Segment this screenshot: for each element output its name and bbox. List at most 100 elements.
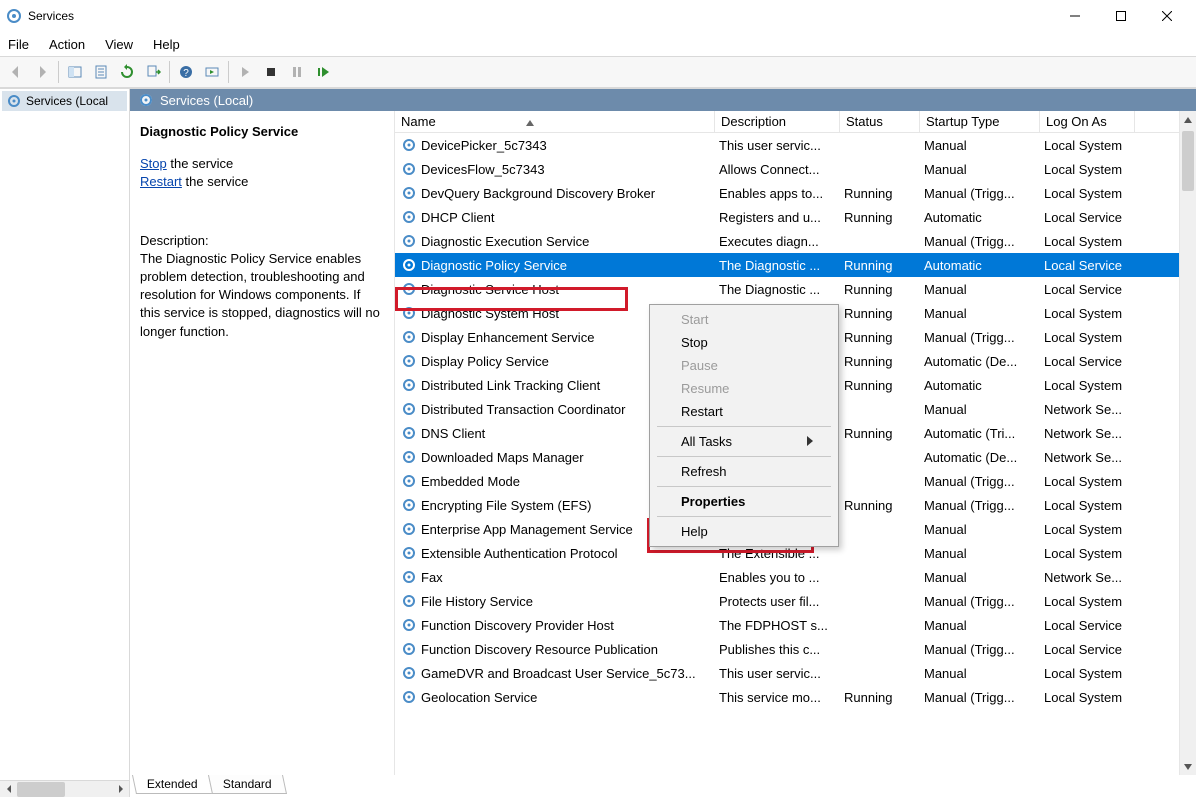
service-row[interactable]: Diagnostic Service HostThe Diagnostic ..…: [395, 277, 1179, 301]
menu-file[interactable]: File: [8, 37, 29, 52]
tab-extended[interactable]: Extended: [132, 775, 213, 794]
gear-icon: [6, 8, 22, 24]
cell-logon: Network Se...: [1040, 450, 1135, 465]
cell-logon: Local System: [1040, 690, 1135, 705]
service-row[interactable]: GameDVR and Broadcast User Service_5c73.…: [395, 661, 1179, 685]
properties-button[interactable]: [89, 60, 113, 84]
cell-status: Running: [840, 426, 920, 441]
cell-logon: Local System: [1040, 474, 1135, 489]
cell-startup: Automatic: [920, 378, 1040, 393]
back-button: [4, 60, 28, 84]
service-row[interactable]: DevQuery Background Discovery BrokerEnab…: [395, 181, 1179, 205]
show-hide-tree-button[interactable]: [63, 60, 87, 84]
menu-help[interactable]: Help: [153, 37, 180, 52]
cell-logon: Local System: [1040, 522, 1135, 537]
col-description[interactable]: Description: [715, 111, 840, 132]
col-status[interactable]: Status: [840, 111, 920, 132]
cm-all-tasks[interactable]: All Tasks: [653, 430, 835, 453]
cell-status: Running: [840, 258, 920, 273]
cm-restart[interactable]: Restart: [653, 400, 835, 423]
cm-refresh[interactable]: Refresh: [653, 460, 835, 483]
cell-desc: Publishes this c...: [715, 642, 840, 657]
help-button[interactable]: ?: [174, 60, 198, 84]
cell-startup: Manual (Trigg...: [920, 330, 1040, 345]
minimize-button[interactable]: [1052, 0, 1098, 32]
gear-icon: [138, 92, 154, 108]
cm-help[interactable]: Help: [653, 520, 835, 543]
cm-separator: [657, 516, 831, 517]
nav-item-services-local[interactable]: Services (Local: [2, 91, 127, 111]
col-logon[interactable]: Log On As: [1040, 111, 1135, 132]
sort-asc-icon: [526, 114, 534, 129]
cell-status: Running: [840, 330, 920, 345]
gear-icon: [6, 93, 22, 109]
gear-icon: [401, 665, 417, 681]
cell-status: Running: [840, 282, 920, 297]
refresh-button[interactable]: [115, 60, 139, 84]
main-area: Services (Local Services (Local) Diagnos…: [0, 88, 1196, 797]
service-row[interactable]: DevicePicker_5c7343This user servic...Ma…: [395, 133, 1179, 157]
service-row[interactable]: Diagnostic Execution ServiceExecutes dia…: [395, 229, 1179, 253]
cell-startup: Automatic (Tri...: [920, 426, 1040, 441]
menu-view[interactable]: View: [105, 37, 133, 52]
service-row[interactable]: Diagnostic Policy ServiceThe Diagnostic …: [395, 253, 1179, 277]
cm-separator: [657, 456, 831, 457]
gear-icon: [401, 449, 417, 465]
cell-name: Function Discovery Resource Publication: [395, 641, 715, 657]
cell-startup: Automatic: [920, 258, 1040, 273]
nav-hscrollbar[interactable]: [0, 780, 129, 797]
menu-action[interactable]: Action: [49, 37, 85, 52]
cell-logon: Network Se...: [1040, 570, 1135, 585]
service-row[interactable]: DHCP ClientRegisters and u...RunningAuto…: [395, 205, 1179, 229]
cm-resume: Resume: [653, 377, 835, 400]
cell-desc: Enables apps to...: [715, 186, 840, 201]
cell-name: Geolocation Service: [395, 689, 715, 705]
list-vscrollbar[interactable]: [1179, 111, 1196, 775]
cm-start: Start: [653, 308, 835, 331]
cell-startup: Automatic (De...: [920, 354, 1040, 369]
tab-header: Services (Local): [130, 89, 1196, 111]
help-topics-button[interactable]: [200, 60, 224, 84]
tab-standard[interactable]: Standard: [208, 775, 287, 794]
restart-service-button[interactable]: [311, 60, 335, 84]
cm-properties[interactable]: Properties: [653, 490, 835, 513]
cell-name: Function Discovery Provider Host: [395, 617, 715, 633]
gear-icon: [401, 521, 417, 537]
cell-startup: Manual: [920, 402, 1040, 417]
cell-startup: Manual (Trigg...: [920, 498, 1040, 513]
service-row[interactable]: Function Discovery Provider HostThe FDPH…: [395, 613, 1179, 637]
close-button[interactable]: [1144, 0, 1190, 32]
cm-pause: Pause: [653, 354, 835, 377]
service-row[interactable]: FaxEnables you to ... ManualNetwork Se...: [395, 565, 1179, 589]
gear-icon: [401, 569, 417, 585]
gear-icon: [401, 401, 417, 417]
tab-header-label: Services (Local): [160, 93, 253, 108]
service-row[interactable]: DevicesFlow_5c7343Allows Connect...Manua…: [395, 157, 1179, 181]
cell-desc: This user servic...: [715, 138, 840, 153]
gear-icon: [401, 473, 417, 489]
cell-desc: The FDPHOST s...: [715, 618, 840, 633]
start-service-button: [233, 60, 257, 84]
service-row[interactable]: Function Discovery Resource PublicationP…: [395, 637, 1179, 661]
service-row[interactable]: Geolocation ServiceThis service mo...Run…: [395, 685, 1179, 709]
maximize-button[interactable]: [1098, 0, 1144, 32]
window-title: Services: [28, 9, 74, 23]
cm-stop[interactable]: Stop: [653, 331, 835, 354]
cell-logon: Local System: [1040, 594, 1135, 609]
stop-link[interactable]: Stop: [140, 156, 167, 171]
stop-service-button[interactable]: [259, 60, 283, 84]
cell-desc: Enables you to ...: [715, 570, 840, 585]
service-row[interactable]: File History ServiceProtects user fil...…: [395, 589, 1179, 613]
cell-logon: Local System: [1040, 306, 1135, 321]
cell-startup: Manual (Trigg...: [920, 642, 1040, 657]
export-list-button[interactable]: [141, 60, 165, 84]
desc-label: Description:: [140, 232, 382, 250]
col-name[interactable]: Name: [395, 111, 715, 132]
restart-link[interactable]: Restart: [140, 174, 182, 189]
col-startup[interactable]: Startup Type: [920, 111, 1040, 132]
cell-name: Fax: [395, 569, 715, 585]
cell-logon: Local System: [1040, 162, 1135, 177]
restart-link-suffix: the service: [182, 174, 248, 189]
chevron-right-icon: [807, 434, 813, 449]
cell-startup: Manual: [920, 570, 1040, 585]
